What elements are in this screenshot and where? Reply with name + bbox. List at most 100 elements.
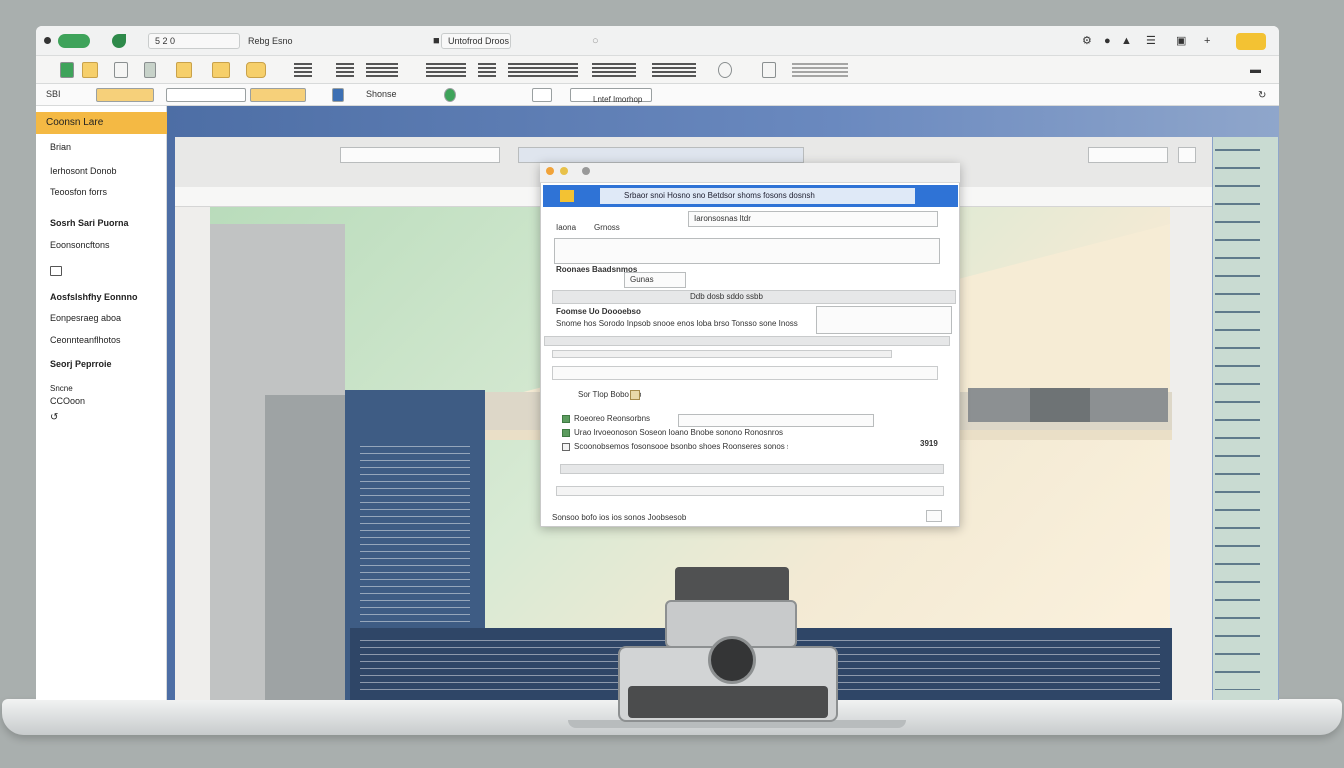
grid-icon[interactable] bbox=[336, 63, 354, 77]
dialog-close-dot[interactable] bbox=[546, 167, 554, 175]
inner-right-field[interactable] bbox=[1088, 147, 1168, 163]
inner-small-button[interactable] bbox=[1178, 147, 1196, 163]
align-left-icon[interactable] bbox=[294, 63, 312, 77]
sidebar-item[interactable]: Eonpesraeg aboa bbox=[50, 313, 121, 323]
dialog-small-field[interactable]: Gunas bbox=[624, 272, 686, 288]
sidebar-item[interactable]: Sncne bbox=[50, 384, 73, 393]
comment-icon[interactable] bbox=[246, 62, 266, 78]
dialog-divider bbox=[544, 336, 950, 346]
bullet-list-icon[interactable] bbox=[652, 63, 696, 77]
square-icon[interactable]: ▣ bbox=[1176, 35, 1186, 47]
window-icon-2[interactable] bbox=[532, 88, 552, 102]
folder-icon[interactable] bbox=[82, 62, 98, 78]
dialog-sub-field[interactable]: Iaronsosnas ltdr bbox=[688, 211, 938, 227]
sidebar-item[interactable]: Ceonnteanflhotos bbox=[50, 335, 121, 345]
check-row-label[interactable]: Urao lrvoeonoson Soseon loano Bnobe sono… bbox=[574, 427, 814, 439]
cell-reference-box[interactable] bbox=[96, 88, 154, 102]
tab-box[interactable]: 5 2 0 bbox=[148, 33, 240, 49]
camera-icon[interactable] bbox=[114, 62, 128, 78]
webcam-base-panel bbox=[628, 686, 828, 718]
dialog-header-text: Srbaor snoi Hosno sno Betdsor shoms foso… bbox=[600, 188, 915, 204]
window-close-dot[interactable] bbox=[44, 37, 51, 44]
toolbar2-left-label: SBI bbox=[46, 89, 61, 99]
dialog-progress-bar bbox=[560, 464, 944, 474]
dialog-ok-button[interactable] bbox=[926, 510, 942, 522]
indent-icon[interactable] bbox=[478, 63, 496, 77]
sidebar-section[interactable]: Seorj Peprroie bbox=[50, 359, 112, 369]
chart-icon[interactable] bbox=[592, 63, 636, 77]
more-tools-icon[interactable] bbox=[792, 63, 848, 77]
inner-search-field[interactable] bbox=[340, 147, 500, 163]
list-icon[interactable]: ☰ bbox=[1146, 35, 1156, 47]
formula-input-text: Lntef Imorhop bbox=[593, 95, 643, 104]
address-bar[interactable]: Untofrod Droos bbox=[441, 33, 511, 49]
sidebar-item[interactable]: Eoonsoncftons bbox=[50, 240, 110, 250]
info-icon[interactable] bbox=[332, 88, 344, 102]
plus-icon[interactable]: + bbox=[1204, 35, 1210, 47]
list-icon[interactable] bbox=[426, 63, 466, 77]
sidebar-section[interactable]: Aosfslshfhy Eonnno bbox=[50, 292, 138, 302]
dialog-row-label-2: Grnoss bbox=[594, 223, 620, 232]
refresh-icon[interactable]: ↺ bbox=[50, 412, 58, 423]
table-icon[interactable] bbox=[508, 63, 578, 77]
tab-label[interactable]: Rebg Esno bbox=[248, 35, 293, 47]
check-row-label[interactable]: Roeoreo Reonsorbns bbox=[574, 413, 650, 425]
sidebar-section[interactable]: Sosrh Sari Puorna bbox=[50, 218, 129, 228]
sidebar-item[interactable]: Teoosfon forrs bbox=[50, 187, 107, 197]
dialog-min-dot[interactable] bbox=[560, 167, 568, 175]
checkbox[interactable] bbox=[562, 415, 570, 423]
folder-icon[interactable] bbox=[560, 190, 574, 202]
shonse-label: Shonse bbox=[366, 89, 397, 99]
toggle-switch[interactable] bbox=[58, 34, 90, 48]
dialog-row-label: Iaona bbox=[556, 223, 577, 232]
dot-icon[interactable]: ● bbox=[1104, 35, 1111, 47]
sidebar-header[interactable]: Coonsn Lare bbox=[36, 112, 167, 134]
leaf-icon bbox=[112, 34, 126, 48]
sidebar-item[interactable]: Brian bbox=[50, 142, 71, 152]
tag-icon bbox=[630, 390, 640, 400]
format-icon[interactable] bbox=[366, 63, 398, 77]
font-select[interactable] bbox=[166, 88, 246, 102]
refresh-icon[interactable] bbox=[718, 62, 732, 78]
dialog-toolbar-text: Ddb dosb sddo ssbb bbox=[690, 292, 763, 301]
green-tool-icon[interactable] bbox=[60, 62, 74, 78]
lock-icon: ■ bbox=[433, 35, 440, 47]
camera-lens-icon bbox=[708, 636, 756, 684]
dialog-section-title: Foomse Uo Doooebso bbox=[556, 307, 641, 316]
grey-band-dark bbox=[1030, 388, 1090, 422]
dialog-preview-box[interactable] bbox=[816, 306, 952, 334]
check-row-field[interactable] bbox=[678, 414, 874, 427]
dialog-empty-row bbox=[556, 486, 944, 496]
dialog-input-row[interactable] bbox=[552, 366, 938, 380]
dialog-titlebar bbox=[540, 163, 960, 183]
book-icon[interactable] bbox=[144, 62, 156, 78]
sidebar-item[interactable]: Ierhosont Donob bbox=[50, 166, 117, 176]
formula-input[interactable]: Lntef Imorhop bbox=[570, 88, 652, 104]
dialog-text-area[interactable] bbox=[554, 238, 940, 264]
settings-icon[interactable]: ↻ bbox=[1258, 90, 1266, 102]
dialog-right-value: 3919 bbox=[920, 439, 938, 448]
highlight-icon[interactable] bbox=[212, 62, 230, 78]
user-icon[interactable]: ▲ bbox=[1121, 35, 1132, 47]
dialog-footer-text: Sonsoo bofo ios ios sonos Joobsesob bbox=[552, 513, 687, 522]
circle-icon: ○ bbox=[592, 35, 599, 47]
dialog-scroll-row bbox=[552, 350, 892, 358]
checkbox[interactable] bbox=[562, 443, 570, 451]
list-icon[interactable] bbox=[50, 266, 62, 276]
note-icon[interactable] bbox=[176, 62, 192, 78]
window-icon[interactable] bbox=[762, 62, 776, 78]
style-select[interactable] bbox=[250, 88, 306, 102]
sidebar-item[interactable]: CCOoon bbox=[50, 396, 85, 406]
status-icon bbox=[444, 88, 456, 102]
checkbox[interactable] bbox=[562, 429, 570, 437]
dialog-section-desc: Snome hos Sorodo Inpsob snooe enos loba … bbox=[556, 319, 798, 328]
dialog-max-dot[interactable] bbox=[582, 167, 590, 175]
grey-column-dark bbox=[265, 395, 345, 700]
gear-icon[interactable]: ⚙ bbox=[1082, 35, 1092, 47]
inner-address-field[interactable] bbox=[518, 147, 804, 163]
account-button[interactable] bbox=[1236, 33, 1266, 50]
right-strip-text bbox=[1215, 140, 1260, 690]
collapse-icon[interactable]: ▬ bbox=[1250, 64, 1261, 76]
toolbar-left-text: 5 2 0 bbox=[155, 36, 176, 46]
check-row-label[interactable]: Scoonobsemos fosonsooe bsonbo shoes Roon… bbox=[574, 441, 788, 453]
